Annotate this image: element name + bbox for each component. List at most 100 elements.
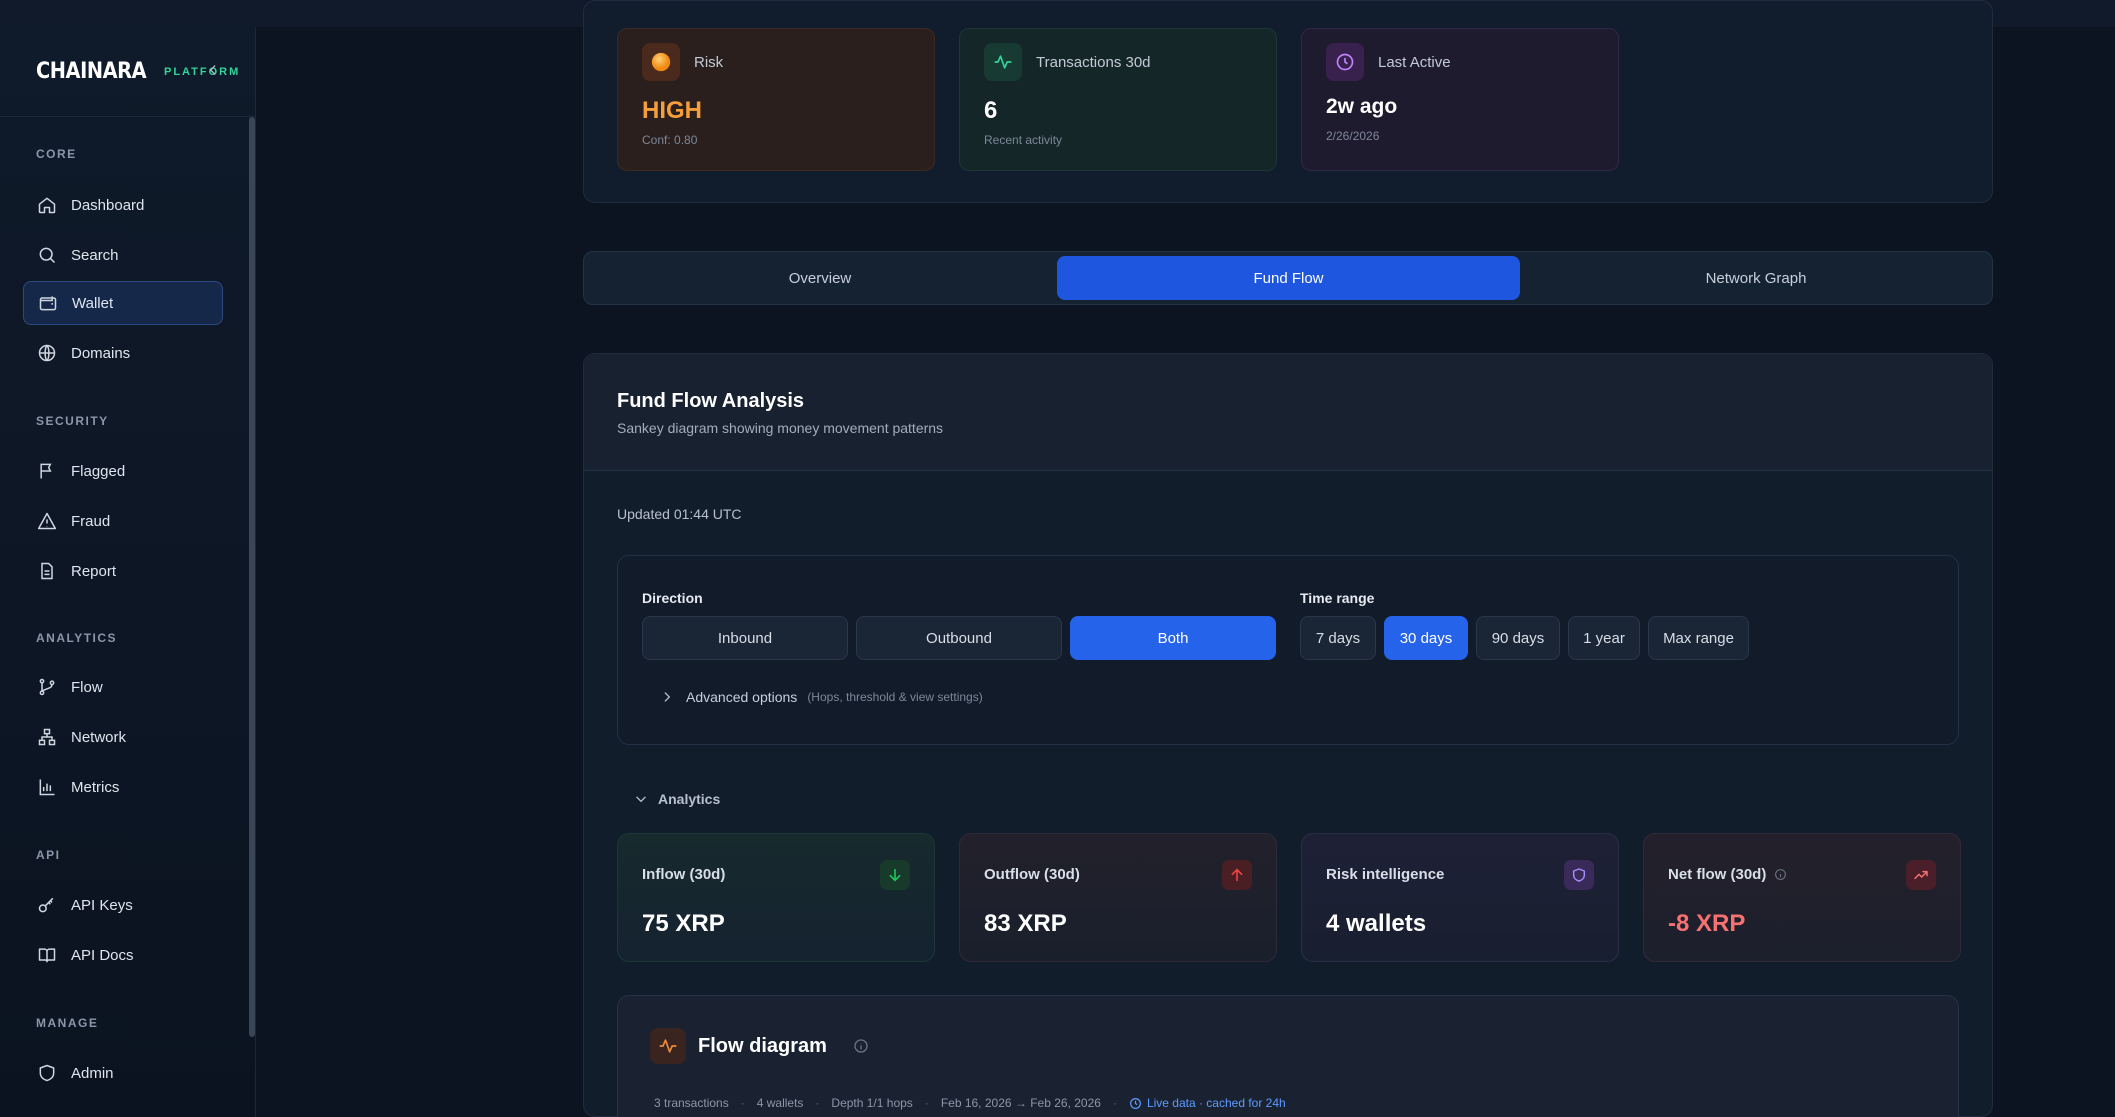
search-icon	[37, 245, 57, 265]
sidebar-item-label: Dashboard	[71, 196, 145, 214]
time-7-days-button[interactable]: 7 days	[1300, 616, 1376, 660]
sidebar-item-label: Network	[71, 728, 127, 746]
flow-meta-transactions: 3 transactions	[654, 1096, 729, 1110]
tab-fund-flow[interactable]: Fund Flow	[1057, 256, 1520, 300]
risk-label: Risk	[694, 53, 724, 71]
panel-header: Fund Flow Analysis Sankey diagram showin…	[584, 354, 1992, 471]
time-range-label: Time range	[1300, 590, 1375, 606]
wallet-summary-card: Risk HIGH Conf: 0.80 Transactions 30d 6 …	[583, 0, 1993, 203]
transactions-sub: Recent activity	[984, 133, 1063, 147]
net-flow-value: -8 XRP	[1668, 910, 1746, 937]
sidebar-item-fraud[interactable]: Fraud	[23, 499, 223, 543]
direction-label: Direction	[642, 590, 703, 606]
tab-overview[interactable]: Overview	[588, 256, 1052, 300]
risk-intelligence-value: 4 wallets	[1326, 910, 1427, 937]
sidebar-item-dashboard[interactable]: Dashboard	[23, 183, 223, 227]
time-30-days-button[interactable]: 30 days	[1384, 616, 1468, 660]
advanced-options-hint: (Hops, threshold & view settings)	[807, 690, 983, 704]
flow-meta: 3 transactions · 4 wallets · Depth 1/1 h…	[654, 1096, 1286, 1110]
fund-flow-panel: Fund Flow Analysis Sankey diagram showin…	[583, 353, 1993, 1117]
nav-section-api: API	[36, 848, 61, 862]
sidebar-item-label: API Docs	[71, 946, 134, 964]
risk-value: HIGH	[642, 97, 702, 124]
activity-icon	[984, 43, 1022, 81]
activity-icon	[650, 1028, 686, 1064]
sidebar-item-network[interactable]: Network	[23, 715, 223, 759]
sidebar-item-label: API Keys	[71, 896, 133, 914]
outflow-value: 83 XRP	[984, 910, 1067, 937]
panel-subtitle: Sankey diagram showing money movement pa…	[617, 420, 944, 436]
sidebar-item-wallet[interactable]: Wallet	[23, 281, 223, 325]
chevron-down-icon	[636, 796, 646, 803]
arrow-down-icon	[880, 860, 910, 890]
live-data-label: Live data · cached for 24h	[1146, 1096, 1286, 1110]
net-flow-label: Net flow (30d)	[1668, 866, 1767, 883]
inflow-metric: Inflow (30d) 75 XRP	[617, 833, 935, 962]
flow-meta-depth: Depth 1/1 hops	[831, 1096, 913, 1110]
last-active-label: Last Active	[1378, 53, 1451, 71]
sidebar-item-domains[interactable]: Domains	[23, 331, 223, 375]
clock-icon	[1129, 1097, 1141, 1109]
risk-intelligence-label: Risk intelligence	[1326, 866, 1445, 883]
sidebar-item-label: Wallet	[72, 294, 114, 312]
book-icon	[37, 945, 57, 965]
sidebar-item-label: Report	[71, 562, 117, 580]
net-flow-metric: Net flow (30d) -8 XRP	[1643, 833, 1961, 962]
sidebar-item-label: Search	[71, 246, 119, 264]
direction-inbound-button[interactable]: Inbound	[642, 616, 848, 660]
nav-section-core: CORE	[36, 147, 77, 161]
sidebar-item-flagged[interactable]: Flagged	[23, 449, 223, 493]
transactions-stat: Transactions 30d 6 Recent activity	[959, 28, 1277, 171]
sidebar-item-label: Flagged	[71, 462, 126, 480]
sidebar-scrollbar[interactable]	[249, 117, 255, 1037]
sidebar-item-label: Admin	[71, 1064, 114, 1082]
warning-triangle-icon	[37, 511, 57, 531]
brand-tag: PLATFORM	[164, 65, 241, 78]
chevron-right-icon	[664, 692, 671, 702]
transactions-label: Transactions 30d	[1036, 53, 1151, 71]
direction-both-button[interactable]: Both	[1070, 616, 1276, 660]
sidebar-item-api-docs[interactable]: API Docs	[23, 933, 223, 977]
sidebar-item-label: Metrics	[71, 778, 120, 796]
last-active-value: 2w ago	[1326, 95, 1398, 118]
time-90-days-button[interactable]: 90 days	[1476, 616, 1560, 660]
advanced-options-toggle[interactable]: Advanced options (Hops, threshold & view…	[660, 689, 983, 705]
flow-diagram-card: Flow diagram 3 transactions · 4 wallets …	[617, 995, 1959, 1117]
trending-up-icon	[1906, 860, 1936, 890]
collapse-sidebar-button[interactable]	[204, 61, 222, 79]
sidebar-item-api-keys[interactable]: API Keys	[23, 883, 223, 927]
risk-stat: Risk HIGH Conf: 0.80	[617, 28, 935, 171]
home-icon	[37, 195, 57, 215]
key-icon	[37, 895, 57, 915]
sidebar-item-label: Flow	[71, 678, 103, 696]
shield-icon	[1564, 860, 1594, 890]
clock-icon	[1326, 43, 1364, 81]
inflow-label: Inflow (30d)	[642, 866, 726, 883]
wallet-icon	[38, 293, 58, 313]
wallet-tabs: Overview Fund Flow Network Graph	[583, 251, 1993, 305]
sidebar-item-metrics[interactable]: Metrics	[23, 765, 223, 809]
tab-network-graph[interactable]: Network Graph	[1524, 256, 1988, 300]
last-active-date: 2/26/2026	[1326, 129, 1380, 143]
flow-meta-date-range: Feb 16, 2026 → Feb 26, 2026	[940, 1096, 1101, 1110]
analytics-label: Analytics	[658, 791, 721, 807]
sidebar-divider	[0, 116, 256, 117]
analytics-toggle[interactable]: Analytics	[634, 791, 720, 807]
nav-section-security: SECURITY	[36, 414, 109, 428]
sidebar-item-search[interactable]: Search	[23, 233, 223, 277]
sidebar-item-admin[interactable]: Admin	[23, 1051, 223, 1095]
flow-controls: Direction Inbound Outbound Both Time ran…	[617, 555, 1959, 745]
arrow-up-icon	[1222, 860, 1252, 890]
sidebar-item-label: Domains	[71, 344, 131, 362]
direction-outbound-button[interactable]: Outbound	[856, 616, 1062, 660]
sidebar-item-report[interactable]: Report	[23, 549, 223, 593]
info-icon	[1775, 869, 1787, 880]
sidebar-item-flow[interactable]: Flow	[23, 665, 223, 709]
time-max-range-button[interactable]: Max range	[1648, 616, 1749, 660]
network-icon	[37, 727, 57, 747]
nav-section-analytics: ANALYTICS	[36, 631, 118, 645]
time-1-year-button[interactable]: 1 year	[1568, 616, 1640, 660]
advanced-options-label: Advanced options	[686, 689, 798, 705]
sidebar: CHAINARA PLATFORM CORE Dashboard Search …	[0, 27, 256, 1117]
inflow-value: 75 XRP	[642, 910, 725, 937]
